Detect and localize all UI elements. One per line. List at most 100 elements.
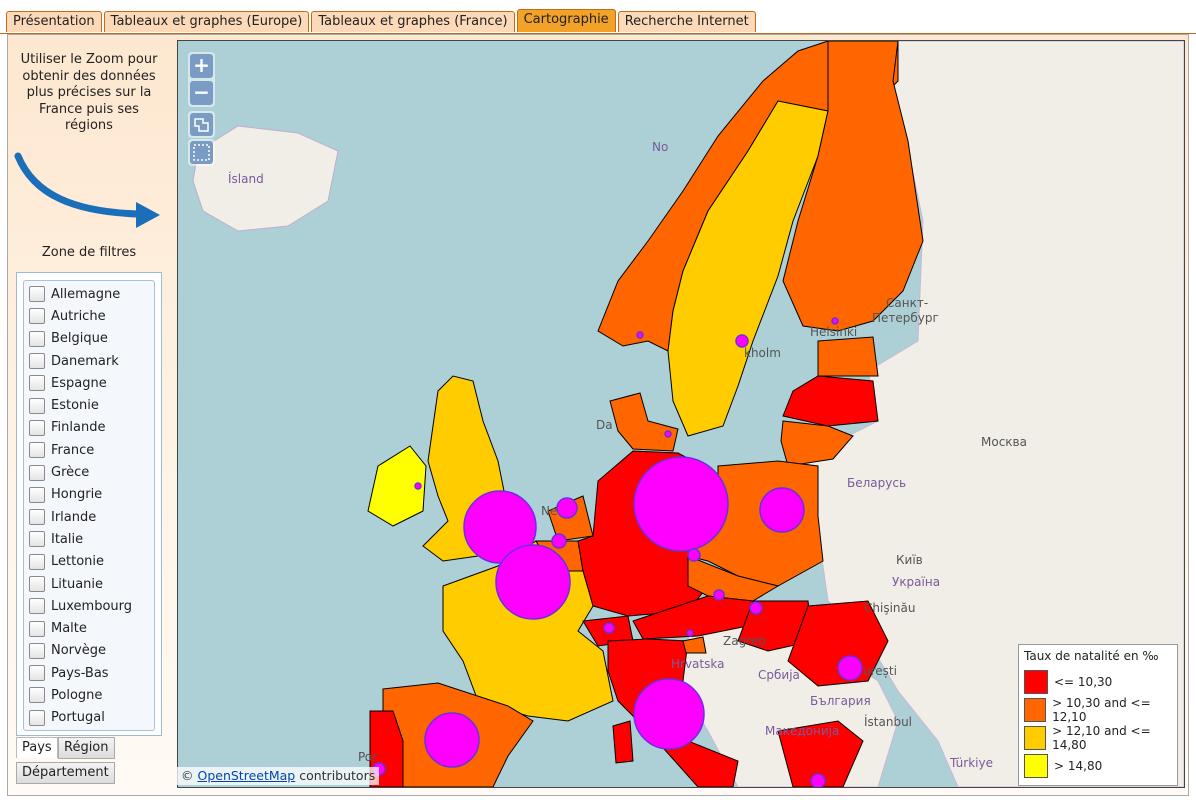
zoom-in-button[interactable]: + — [190, 54, 213, 78]
filter-allemagne[interactable]: Allemagne — [24, 283, 154, 305]
checkbox[interactable] — [29, 286, 45, 303]
bubble-czechia[interactable] — [687, 548, 701, 562]
country-latvia[interactable] — [782, 375, 879, 427]
bubble-belgium[interactable] — [551, 533, 567, 549]
label-turkiye: Türkiye — [949, 756, 993, 770]
filter-lituanie[interactable]: Lituanie — [24, 573, 154, 595]
bubble-hungary[interactable] — [749, 601, 763, 615]
checkbox[interactable] — [29, 620, 45, 637]
filter-label: Pologne — [51, 687, 103, 703]
bubble-romania[interactable] — [837, 655, 863, 681]
country-slovenia[interactable] — [682, 636, 707, 654]
checkbox[interactable] — [29, 442, 45, 459]
country-denmark[interactable] — [609, 392, 679, 452]
bubble-italy[interactable] — [633, 678, 705, 750]
filter-finlande[interactable]: Finlande — [24, 417, 154, 439]
checkbox[interactable] — [29, 330, 45, 347]
filter-pays-bas[interactable]: Pays-Bas — [24, 662, 154, 684]
filter-luxembourg[interactable]: Luxembourg — [24, 595, 154, 617]
checkbox[interactable] — [29, 576, 45, 592]
label-belarus: Беларусь — [847, 476, 906, 490]
filter-hongrie[interactable]: Hongrie — [24, 484, 154, 506]
checkbox[interactable] — [29, 464, 45, 481]
filter-pologne[interactable]: Pologne — [24, 684, 154, 706]
select-polygon-tool[interactable] — [188, 111, 215, 138]
bubble-denmark[interactable] — [664, 430, 672, 438]
filter-malte[interactable]: Malte — [24, 617, 154, 639]
level-region-button[interactable]: Région — [58, 737, 115, 759]
checkbox[interactable] — [29, 419, 45, 436]
checkbox[interactable] — [29, 553, 45, 570]
checkbox[interactable] — [29, 509, 45, 526]
filter-france[interactable]: France — [24, 439, 154, 461]
bubble-austria[interactable] — [713, 589, 725, 601]
bubble-greece[interactable] — [810, 773, 826, 787]
bubble-finland[interactable] — [831, 317, 839, 325]
filter-grece[interactable]: Grèce — [24, 461, 154, 483]
checkbox[interactable] — [29, 375, 45, 392]
zoom-control: + − — [188, 52, 215, 107]
filter-espagne[interactable]: Espagne — [24, 372, 154, 394]
filter-danemark[interactable]: Danemark — [24, 350, 154, 372]
tab-internet-search[interactable]: Recherche Internet — [617, 11, 756, 32]
country-italy-sardinia[interactable] — [612, 720, 634, 764]
filter-label: Lettonie — [51, 554, 105, 570]
filter-norvege[interactable]: Norvège — [24, 640, 154, 662]
bubble-slovenia[interactable] — [686, 629, 694, 637]
hint-line: régions — [65, 118, 113, 133]
filter-label: Finlande — [51, 420, 106, 436]
bubble-germany[interactable] — [633, 456, 729, 552]
filter-estonie[interactable]: Estonie — [24, 394, 154, 416]
filter-autriche[interactable]: Autriche — [24, 305, 154, 327]
checkbox[interactable] — [29, 709, 45, 726]
checkbox[interactable] — [29, 531, 45, 548]
tab-tables-france[interactable]: Tableaux et graphes (France) — [311, 11, 515, 32]
legend-title: Taux de natalité en ‰ — [1024, 649, 1159, 663]
label-srbija: Србија — [758, 668, 800, 682]
checkbox[interactable] — [29, 308, 45, 325]
filter-label: Espagne — [51, 375, 107, 391]
bubble-netherlands[interactable] — [556, 497, 578, 519]
checkbox[interactable] — [29, 397, 45, 414]
filter-label: Danemark — [51, 353, 119, 369]
map-legend: Taux de natalité en ‰ <= 10,30 > 10,30 a… — [1018, 644, 1178, 786]
filter-italie[interactable]: Italie — [24, 528, 154, 550]
filter-label: Estonie — [51, 398, 99, 414]
filter-belgique[interactable]: Belgique — [24, 328, 154, 350]
zoom-out-button[interactable]: − — [190, 81, 213, 105]
bubble-ireland[interactable] — [414, 482, 422, 490]
bubble-spain[interactable] — [424, 712, 480, 768]
filter-label: Hongrie — [51, 487, 103, 503]
label-bucuresti: urești — [863, 664, 897, 678]
tab-tables-europe[interactable]: Tableaux et graphes (Europe) — [103, 11, 310, 32]
filter-portugal[interactable]: Portugal — [24, 707, 154, 729]
label-stockholm: kholm — [744, 346, 781, 360]
legend-item: > 12,10 and <= 14,80 — [1024, 724, 1177, 752]
checkbox[interactable] — [29, 598, 45, 615]
filter-lettonie[interactable]: Lettonie — [24, 551, 154, 573]
bubble-switzerland[interactable] — [603, 622, 615, 634]
bubble-france[interactable] — [495, 544, 571, 620]
checkbox[interactable] — [29, 486, 45, 503]
label-kyiv: Київ — [896, 553, 923, 567]
bubble-poland[interactable] — [759, 487, 805, 533]
checkbox[interactable] — [29, 642, 45, 659]
level-departement-button[interactable]: Département — [16, 762, 115, 784]
legend-label: <= 10,30 — [1054, 675, 1113, 689]
openstreetmap-link[interactable]: OpenStreetMap — [197, 768, 295, 783]
checkbox[interactable] — [29, 687, 45, 704]
filter-irlande[interactable]: Irlande — [24, 506, 154, 528]
label-stpetersburg-1: Санкт- — [886, 296, 928, 310]
legend-item: > 10,30 and <= 12,10 — [1024, 696, 1177, 724]
checkbox[interactable] — [29, 353, 45, 370]
checkbox[interactable] — [29, 665, 45, 682]
country-estonia[interactable] — [817, 336, 879, 377]
tab-presentation[interactable]: Présentation — [6, 11, 102, 32]
tab-cartography[interactable]: Cartographie — [516, 9, 616, 32]
legend-label: > 12,10 and <= 14,80 — [1052, 724, 1151, 752]
filter-label: Italie — [51, 531, 84, 547]
label-island: Ísland — [228, 171, 264, 186]
select-box-tool[interactable] — [188, 139, 215, 166]
level-pays-button[interactable]: Pays — [16, 737, 58, 758]
bubble-norway[interactable] — [636, 331, 644, 339]
